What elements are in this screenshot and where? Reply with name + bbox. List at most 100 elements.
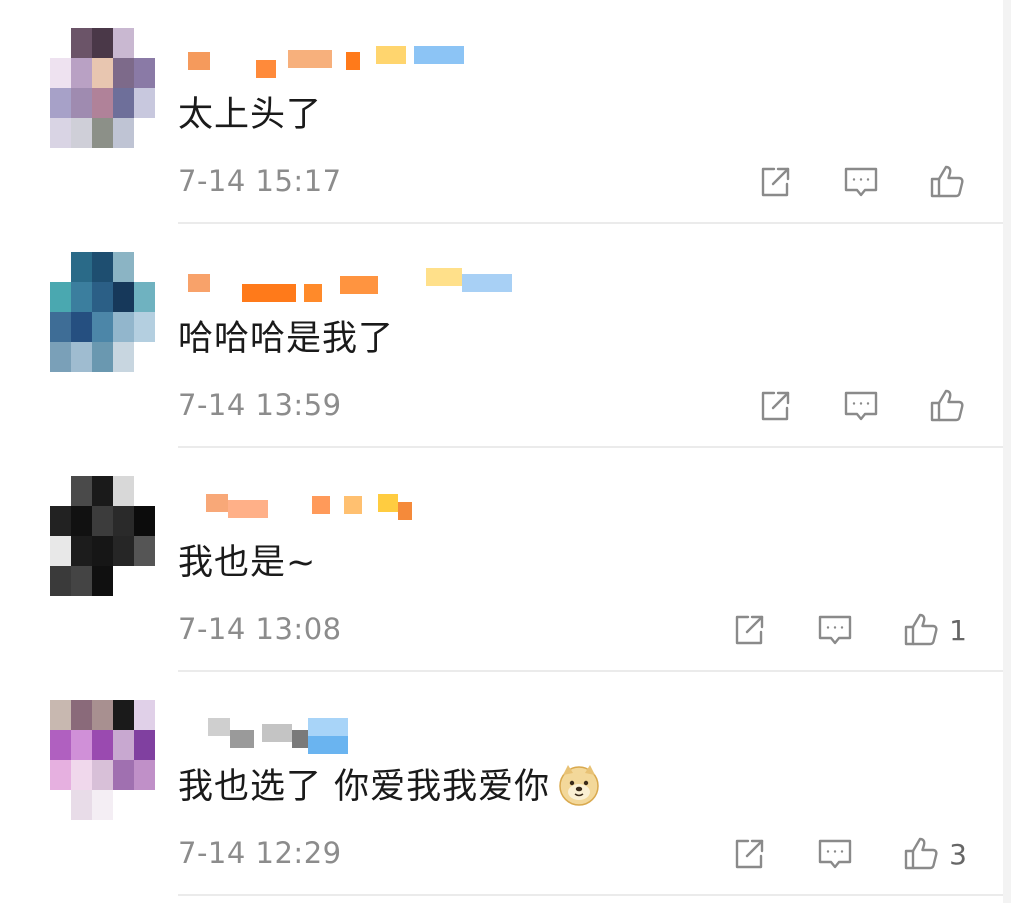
reply-button[interactable] — [815, 610, 855, 650]
avatar-pixel — [71, 58, 92, 88]
share-button[interactable] — [755, 386, 795, 426]
username-pixel — [414, 46, 464, 64]
reply-button[interactable] — [841, 386, 881, 426]
avatar-pixel — [113, 536, 134, 566]
avatar-pixel — [134, 312, 155, 342]
thumbs-up-icon — [930, 165, 964, 198]
avatar-pixel — [50, 342, 71, 372]
avatar-pixel — [71, 28, 92, 58]
comment-text: 太上头了 — [178, 86, 322, 137]
avatar-pixel — [113, 118, 134, 148]
share-button[interactable] — [729, 834, 769, 874]
comment-text: 我也选了 你爱我我爱你 — [178, 758, 602, 809]
like-button[interactable]: 1 — [901, 610, 967, 650]
avatar-pixel — [92, 282, 113, 312]
avatar-pixel — [113, 88, 134, 118]
avatar-pixel — [71, 506, 92, 536]
avatar-pixel — [92, 312, 113, 342]
share-icon — [735, 615, 764, 645]
comment-text: 我也是~ — [178, 534, 316, 585]
username-pixel — [188, 52, 210, 70]
avatar-pixel — [50, 536, 71, 566]
avatar-pixel — [113, 730, 134, 760]
username-pixel — [242, 284, 296, 302]
comment-item: 我也选了 你爱我我爱你 7-14 12:29 3 — [0, 672, 1003, 896]
avatar-pixel — [92, 536, 113, 566]
comment-icon — [818, 615, 852, 645]
avatar-pixel — [92, 506, 113, 536]
comment-timestamp: 7-14 15:17 — [178, 164, 342, 198]
username-pixel — [340, 276, 378, 294]
username-pixelated[interactable] — [178, 490, 518, 530]
avatar-pixel — [113, 58, 134, 88]
avatar-pixel — [134, 476, 155, 506]
reply-button[interactable] — [841, 162, 881, 202]
share-button[interactable] — [755, 162, 795, 202]
avatar-pixel — [71, 700, 92, 730]
avatar-pixel — [50, 566, 71, 596]
comment-actions: 3 — [729, 832, 967, 876]
avatar-pixel — [71, 252, 92, 282]
avatar-pixel — [113, 476, 134, 506]
username-pixel — [188, 274, 210, 292]
comment-actions — [755, 384, 967, 428]
avatar-pixel — [71, 282, 92, 312]
avatar-pixel — [134, 118, 155, 148]
avatar-pixel — [50, 58, 71, 88]
like-button[interactable]: 3 — [901, 834, 967, 874]
avatar-pixel — [134, 790, 155, 820]
username-pixel — [208, 718, 230, 736]
avatar[interactable] — [50, 252, 155, 372]
avatar-pixel — [92, 28, 113, 58]
username-pixel — [312, 496, 330, 514]
avatar-pixel — [50, 730, 71, 760]
avatar[interactable] — [50, 476, 155, 596]
avatar-pixel — [134, 252, 155, 282]
avatar-pixel — [113, 790, 134, 820]
username-pixel — [308, 736, 348, 754]
avatar[interactable] — [50, 700, 155, 820]
like-button[interactable] — [927, 386, 967, 426]
share-button[interactable] — [729, 610, 769, 650]
avatar-pixel — [134, 282, 155, 312]
username-pixel — [304, 284, 322, 302]
comment-text: 哈哈哈是我了 — [178, 310, 394, 361]
avatar-pixel — [50, 700, 71, 730]
avatar-pixel — [92, 58, 113, 88]
username-pixel — [256, 60, 276, 78]
avatar-pixel — [134, 566, 155, 596]
comment-item: 我也是~ 7-14 13:08 1 — [0, 448, 1003, 672]
avatar-pixel — [134, 700, 155, 730]
avatar-pixel — [71, 760, 92, 790]
comment-actions: 1 — [729, 608, 967, 652]
username-pixelated[interactable] — [178, 714, 518, 754]
username-pixel — [288, 50, 332, 68]
right-edge-shade — [1003, 0, 1011, 903]
avatar-pixel — [50, 506, 71, 536]
username-pixel — [462, 274, 512, 292]
avatar-pixel — [134, 88, 155, 118]
avatar-pixel — [134, 536, 155, 566]
avatar-pixel — [71, 312, 92, 342]
username-pixelated[interactable] — [178, 42, 518, 82]
avatar-pixel — [71, 342, 92, 372]
avatar-pixel — [71, 566, 92, 596]
username-pixelated[interactable] — [178, 266, 518, 306]
avatar-pixel — [92, 566, 113, 596]
avatar-pixel — [92, 118, 113, 148]
username-pixel — [228, 500, 268, 518]
comment-timestamp: 7-14 13:59 — [178, 388, 342, 422]
like-button[interactable] — [927, 162, 967, 202]
avatar[interactable] — [50, 28, 155, 148]
avatar-pixel — [92, 730, 113, 760]
thumbs-up-icon — [904, 837, 938, 870]
reply-button[interactable] — [815, 834, 855, 874]
avatar-pixel — [113, 342, 134, 372]
avatar-pixel — [71, 730, 92, 760]
comment-icon — [844, 167, 878, 197]
avatar-pixel — [113, 28, 134, 58]
avatar-pixel — [113, 700, 134, 730]
username-pixel — [262, 724, 292, 742]
avatar-pixel — [113, 312, 134, 342]
avatar-pixel — [50, 252, 71, 282]
